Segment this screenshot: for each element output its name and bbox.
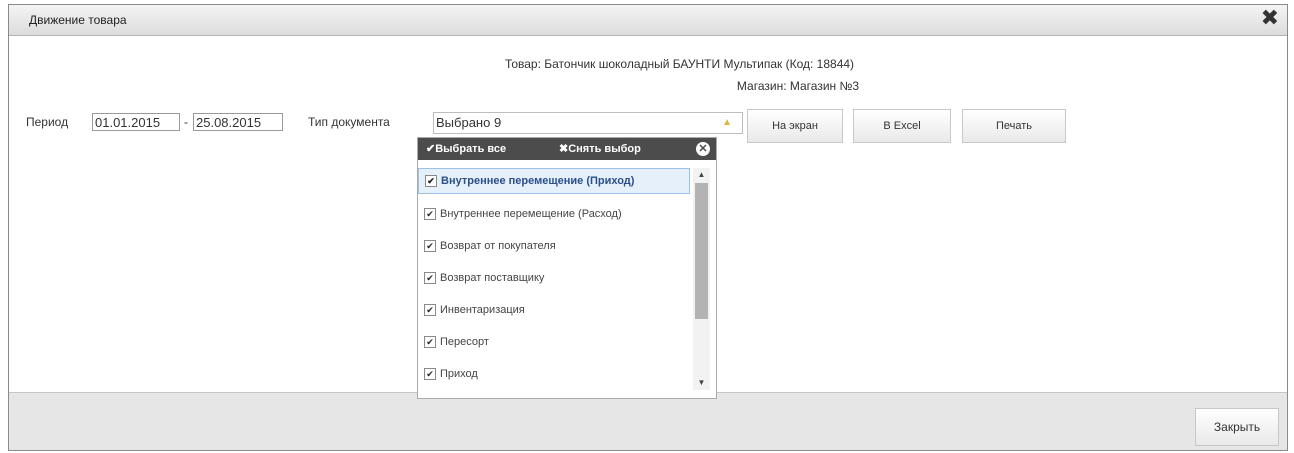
list-item-label: Возврат от покупателя xyxy=(440,240,556,252)
checkbox[interactable]: ✔ xyxy=(424,240,436,252)
checkbox[interactable]: ✔ xyxy=(425,175,437,187)
checkbox[interactable]: ✔ xyxy=(424,304,436,316)
list-item-label: Пересорт xyxy=(440,336,489,348)
dialog-title: Движение товара xyxy=(29,13,127,27)
date-from-input[interactable]: 01.01.2015 xyxy=(92,113,180,131)
checkbox[interactable]: ✔ xyxy=(424,368,436,380)
select-all-button[interactable]: ✔Выбрать все xyxy=(426,142,506,155)
date-to-input[interactable]: 25.08.2015 xyxy=(193,113,283,131)
store-info: Магазин: Магазин №3 xyxy=(736,79,860,93)
scroll-down-icon[interactable]: ▼ xyxy=(693,376,710,390)
list-item-label: Внутреннее перемещение (Расход) xyxy=(440,208,622,220)
chevron-down-icon: ▲ xyxy=(722,117,732,128)
period-label: Период xyxy=(26,115,69,129)
dropdown-list: ✔ Внутреннее перемещение (Приход) ✔ Внут… xyxy=(418,168,690,394)
dialog-titlebar[interactable]: Движение товара ✖ xyxy=(9,5,1287,36)
close-icon[interactable]: ✖ xyxy=(1261,8,1279,30)
checkbox[interactable]: ✔ xyxy=(424,272,436,284)
list-item[interactable]: ✔ Внутреннее перемещение (Расход) xyxy=(418,202,690,226)
list-item-label: Инвентаризация xyxy=(440,304,525,316)
close-circle-icon[interactable]: ✕ xyxy=(696,142,710,156)
list-item[interactable]: ✔ Инвентаризация xyxy=(418,298,690,322)
checkbox[interactable]: ✔ xyxy=(424,208,436,220)
scroll-thumb[interactable] xyxy=(695,183,708,319)
scroll-up-icon[interactable]: ▲ xyxy=(693,168,710,182)
close-button[interactable]: Закрыть xyxy=(1195,408,1279,446)
list-item-label: Приход xyxy=(440,368,478,380)
clear-selection-button[interactable]: ✖Снять выбор xyxy=(559,142,641,155)
list-item[interactable]: ✔ Возврат от покупателя xyxy=(418,234,690,258)
list-item-label: Возврат поставщику xyxy=(440,272,545,284)
checkbox[interactable]: ✔ xyxy=(424,336,436,348)
doc-type-label: Тип документа xyxy=(308,115,390,129)
doc-type-dropdown: ✔Выбрать все ✖Снять выбор ✕ ✔ Внутреннее… xyxy=(417,137,717,399)
product-info: Товар: Батончик шоколадный БАУНТИ Мульти… xyxy=(504,57,855,71)
doc-type-select[interactable]: Выбрано 9 ▲ xyxy=(433,112,743,134)
date-separator: - xyxy=(184,115,188,129)
export-excel-button[interactable]: В Excel xyxy=(853,109,951,143)
dropdown-scrollbar[interactable]: ▲ ▼ xyxy=(693,168,710,390)
print-button[interactable]: Печать xyxy=(962,109,1066,143)
list-item[interactable]: ✔ Внутреннее перемещение (Приход) xyxy=(418,168,690,194)
show-on-screen-button[interactable]: На экран xyxy=(747,109,843,143)
list-item[interactable]: ✔ Пересорт xyxy=(418,330,690,354)
dialog-footer: Закрыть xyxy=(9,392,1287,450)
list-item-label: Внутреннее перемещение (Приход) xyxy=(441,175,635,187)
doc-type-value: Выбрано 9 xyxy=(436,115,502,130)
dropdown-header: ✔Выбрать все ✖Снять выбор ✕ xyxy=(418,138,716,160)
list-item[interactable]: ✔ Приход xyxy=(418,362,690,386)
list-item[interactable]: ✔ Возврат поставщику xyxy=(418,266,690,290)
